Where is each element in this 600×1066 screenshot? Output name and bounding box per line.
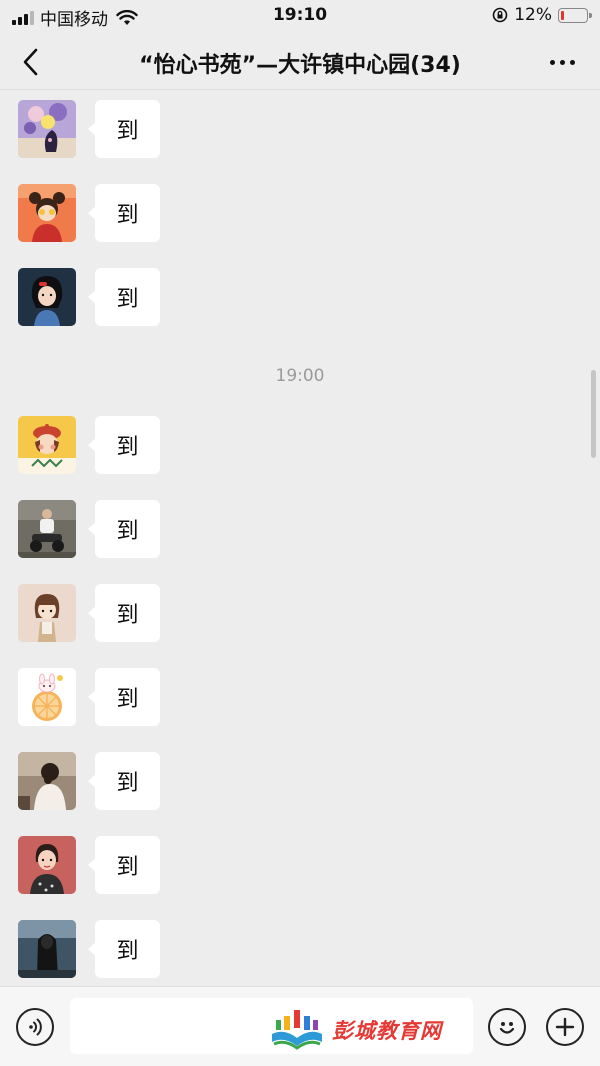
chevron-left-icon (23, 48, 38, 76)
message-row: 到 (18, 668, 160, 728)
avatar-cartoon-girl-bob[interactable] (18, 584, 76, 642)
book-logo-icon (272, 1010, 322, 1050)
status-right: 12% (492, 5, 592, 25)
emoji-icon (499, 1022, 515, 1034)
plus-icon (555, 1017, 575, 1037)
back-button[interactable] (14, 45, 48, 79)
message-list[interactable]: 到 到 到 19:00 到 到 到 到 到 到 到 (0, 90, 600, 986)
voice-button[interactable] (16, 1008, 54, 1046)
message-bubble[interactable]: 到 (88, 268, 160, 326)
message-row: 到 (18, 268, 160, 328)
message-row: 到 (18, 752, 160, 812)
battery-icon (558, 7, 592, 23)
nav-bar: “怡心书苑”—大许镇中心园(34) (0, 32, 600, 90)
watermark: 彭城教育网 (270, 1006, 470, 1054)
message-bubble[interactable]: 到 (88, 184, 160, 242)
avatar-flowers-vase[interactable] (18, 100, 76, 158)
message-bubble[interactable]: 到 (88, 668, 160, 726)
message-input[interactable]: 彭城教育网 (70, 998, 473, 1054)
chat-title: “怡心书苑”—大许镇中心园(34) (139, 53, 461, 78)
avatar-girl-long-hair-photo[interactable] (18, 920, 76, 978)
battery-percent: 12% (514, 5, 552, 25)
watermark-text: 彭城教育网 (332, 1019, 442, 1043)
message-row: 到 (18, 100, 160, 160)
more-dots-icon (549, 59, 555, 65)
input-bar: 彭城教育网 (0, 986, 600, 1066)
avatar-cartoon-girl-pink[interactable] (18, 836, 76, 894)
emoji-button[interactable] (488, 1008, 526, 1046)
message-row: 到 (18, 920, 160, 980)
voice-icon (29, 1018, 42, 1036)
message-bubble[interactable]: 到 (88, 500, 160, 558)
message-row: 到 (18, 500, 160, 560)
avatar-child-on-scooter-photo[interactable] (18, 500, 76, 558)
message-bubble[interactable]: 到 (88, 416, 160, 474)
orientation-lock-icon (492, 7, 508, 23)
message-bubble[interactable]: 到 (88, 584, 160, 642)
message-row: 到 (18, 836, 160, 896)
message-row: 到 (18, 584, 160, 644)
avatar-bunny-orange-slice[interactable] (18, 668, 76, 726)
status-bar: 中国移动 19:10 12% (0, 0, 600, 32)
chat-timestamp: 19:00 (275, 366, 325, 386)
avatar-woman-back-photo[interactable] (18, 752, 76, 810)
message-row: 到 (18, 184, 160, 244)
avatar-cartoon-girl-black-hair[interactable] (18, 268, 76, 326)
avatar-cartoon-girl-buns[interactable] (18, 184, 76, 242)
avatar-cartoon-girl-red-beret[interactable] (18, 416, 76, 474)
message-bubble[interactable]: 到 (88, 920, 160, 978)
scrollbar[interactable] (591, 370, 596, 458)
plus-button[interactable] (546, 1008, 584, 1046)
message-row: 到 (18, 416, 160, 476)
battery-fill (561, 10, 564, 20)
message-bubble[interactable]: 到 (88, 100, 160, 158)
message-bubble[interactable]: 到 (88, 836, 160, 894)
message-bubble[interactable]: 到 (88, 752, 160, 810)
more-button[interactable] (542, 52, 582, 72)
